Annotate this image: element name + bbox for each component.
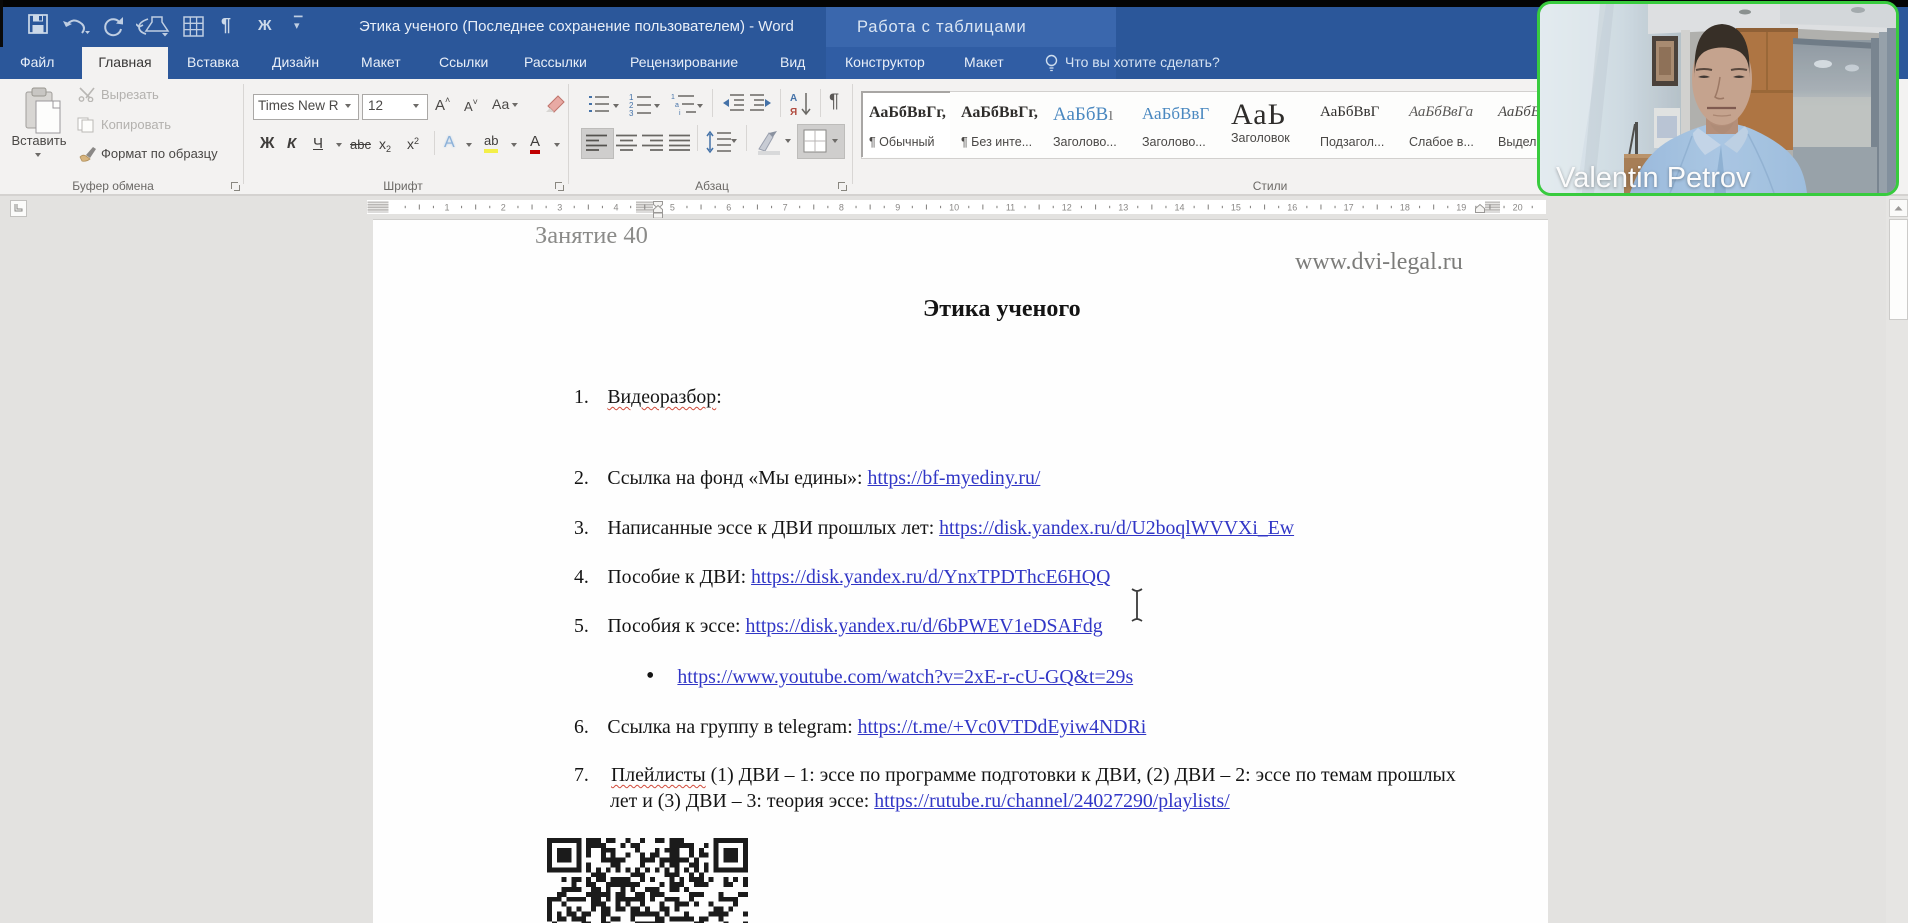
svg-text:13: 13 [1118, 203, 1128, 213]
svg-text:i: i [679, 110, 681, 116]
svg-text:a: a [675, 102, 679, 109]
svg-text:19: 19 [1456, 203, 1466, 213]
svg-text:17: 17 [1344, 203, 1354, 213]
svg-text:5: 5 [670, 203, 675, 213]
svg-text:12: 12 [1062, 203, 1072, 213]
svg-text:18: 18 [1400, 203, 1410, 213]
svg-text:15: 15 [1231, 203, 1241, 213]
svg-text:9: 9 [895, 203, 900, 213]
svg-text:1: 1 [444, 203, 449, 213]
svg-text:2: 2 [501, 203, 506, 213]
svg-text:14: 14 [1174, 203, 1184, 213]
svg-text:8: 8 [839, 203, 844, 213]
svg-text:6: 6 [726, 203, 731, 213]
svg-text:Я: Я [790, 107, 797, 117]
svg-text:3: 3 [629, 109, 634, 116]
svg-text:16: 16 [1287, 203, 1297, 213]
svg-text:4: 4 [613, 203, 618, 213]
svg-text:11: 11 [1006, 203, 1015, 213]
svg-text:10: 10 [949, 203, 959, 213]
svg-text:3: 3 [557, 203, 562, 213]
svg-text:7: 7 [783, 203, 788, 213]
svg-text:А: А [790, 93, 797, 104]
svg-text:1: 1 [671, 94, 675, 101]
svg-text:20: 20 [1513, 203, 1523, 213]
